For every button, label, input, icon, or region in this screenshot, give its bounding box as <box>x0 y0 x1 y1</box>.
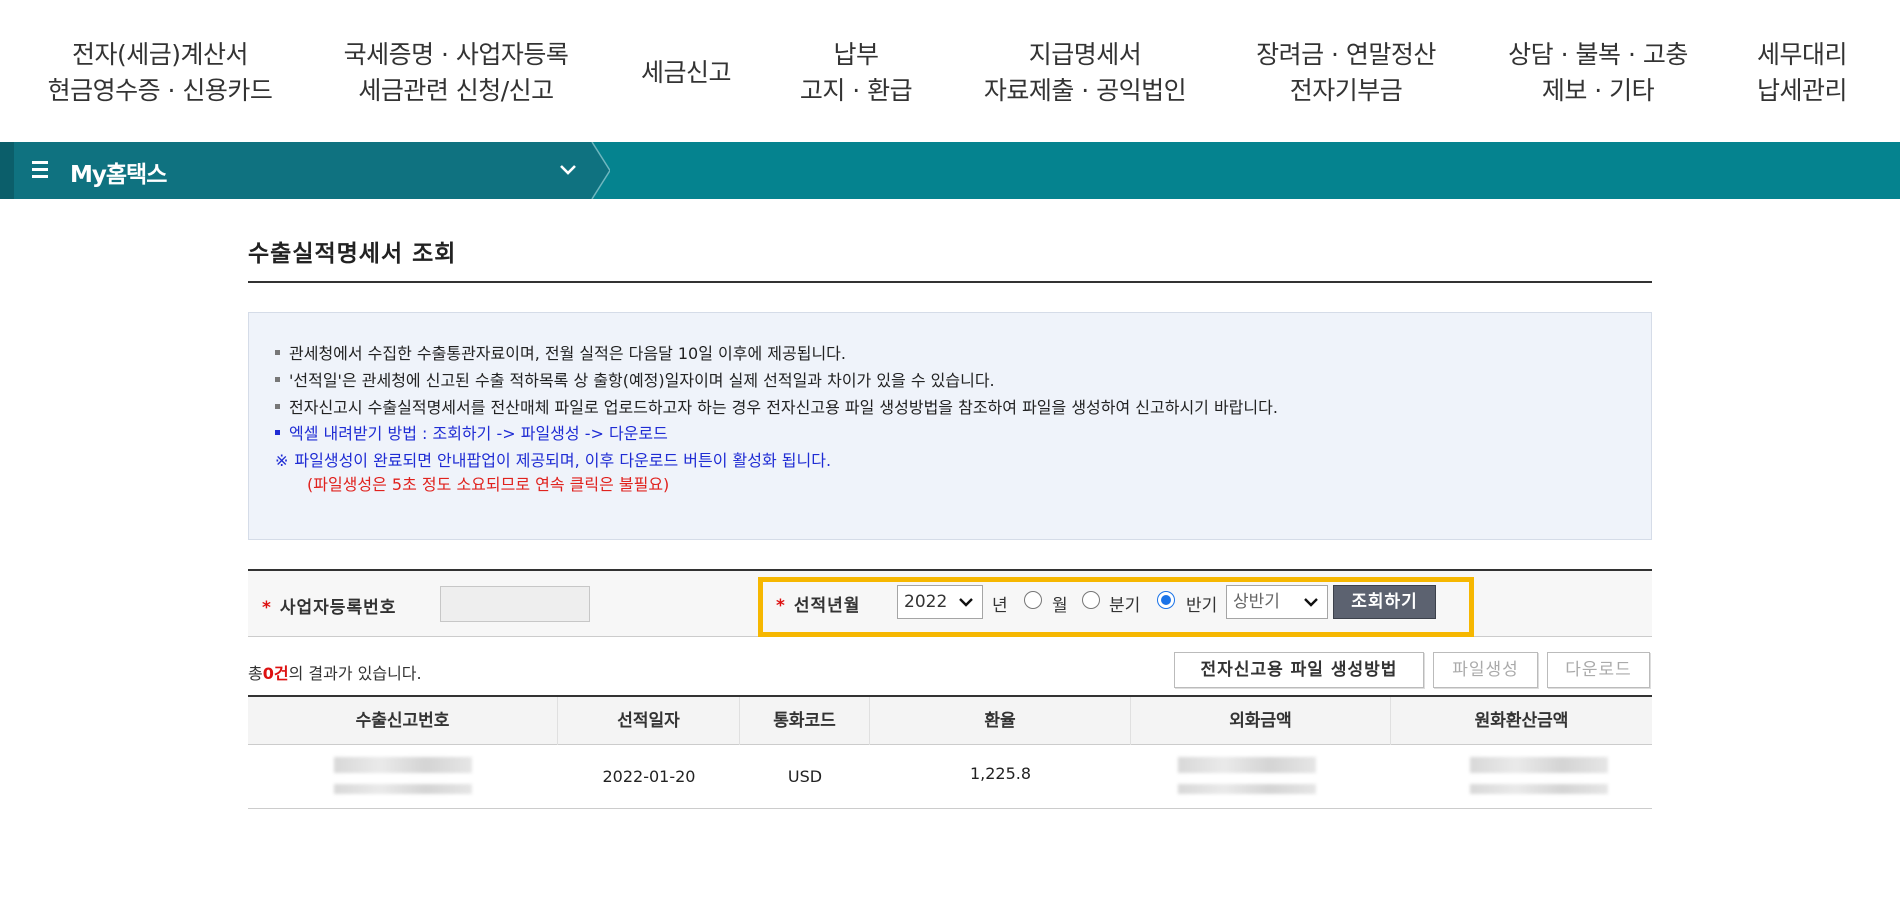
nav-label-line2: 자료제출 · 공익법인 <box>983 76 1187 105</box>
my-hometax-menu[interactable]: My홈택스 <box>0 142 592 199</box>
column-header: 선적일자 <box>558 697 740 745</box>
redacted-foreign-amount <box>1178 784 1316 794</box>
top-navigation: 전자(세금)계산서 현금영수증 · 신용카드 국세증명 · 사업자등록 세금관련… <box>0 0 1900 142</box>
required-mark: * <box>262 598 272 618</box>
bullet-icon <box>275 377 280 382</box>
table-header: 수출신고번호 선적일자 통화코드 환율 외화금액 원화환산금액 <box>248 697 1652 745</box>
notice-warning: (파일생성은 5초 정도 소요되므로 연속 클릭은 불필요) <box>307 475 670 494</box>
redacted-export-number <box>334 757 472 773</box>
bullet-icon <box>275 430 280 435</box>
column-header: 외화금액 <box>1131 697 1391 745</box>
highlight-box <box>758 577 1474 637</box>
nav-payment[interactable]: 납부 고지 · 환급 <box>790 37 922 109</box>
file-create-button[interactable]: 파일생성 <box>1433 652 1538 688</box>
table-row: 2022-01-20 USD 1,225.8 <box>248 745 1652 809</box>
exchange-rate-cell: 1,225.8 <box>969 764 1032 783</box>
page-title: 수출실적명세서 조회 <box>248 241 457 267</box>
result-suffix: 의 결과가 있습니다. <box>288 664 422 683</box>
bullet-icon <box>275 404 280 409</box>
nav-label-line1: 장려금 · 연말정산 <box>1256 40 1436 69</box>
nav-tax-filing[interactable]: 세금신고 <box>636 55 736 91</box>
notice-text: 관세청에서 수집한 수출통관자료이며, 전월 실적은 다음달 10일 이후에 제… <box>289 344 846 363</box>
nav-label-line2: 전자기부금 <box>1289 76 1403 105</box>
nav-label-line2: 납세관리 <box>1756 76 1848 105</box>
biz-number-label-text: 사업자등록번호 <box>279 598 397 618</box>
column-header: 환율 <box>870 697 1131 745</box>
nav-label-line2: 세금관련 신청/신고 <box>358 76 554 105</box>
biz-number-label: * 사업자등록번호 <box>262 593 396 618</box>
nav-label-line1: 세무대리 <box>1756 40 1848 69</box>
column-header: 원화환산금액 <box>1474 711 1569 731</box>
result-count: 총0건의 결과가 있습니다. <box>248 660 422 684</box>
my-hometax-bar: My홈택스 <box>0 142 1900 199</box>
redacted-krw-amount <box>1470 784 1608 794</box>
redacted-krw-amount <box>1470 757 1608 773</box>
nav-label-line2: 고지 · 환급 <box>799 76 913 105</box>
nav-label-line1: 국세증명 · 사업자등록 <box>343 40 569 69</box>
notice-item: 관세청에서 수집한 수출통관자료이며, 전월 실적은 다음달 10일 이후에 제… <box>275 340 846 364</box>
column-header: 통화코드 <box>740 697 870 745</box>
redacted-export-number <box>334 784 472 794</box>
ship-date-cell: 2022-01-20 <box>602 767 696 786</box>
breadcrumb-arrow-icon <box>586 142 610 199</box>
my-hometax-title: My홈택스 <box>70 162 167 188</box>
note-mark-icon: ※ <box>275 451 289 470</box>
nav-label-line1: 지급명세서 <box>1028 40 1142 69</box>
nav-label-line1: 납부 <box>833 40 879 69</box>
nav-e-tax-invoice[interactable]: 전자(세금)계산서 현금영수증 · 신용카드 <box>44 37 276 109</box>
nav-label-line2: 제보 · 기타 <box>1541 76 1655 105</box>
notice-box: 관세청에서 수집한 수출통관자료이며, 전월 실적은 다음달 10일 이후에 제… <box>248 312 1652 540</box>
redacted-foreign-amount <box>1178 757 1316 773</box>
notice-item: 전자신고시 수출실적명세서를 전산매체 파일로 업로드하고자 하는 경우 전자신… <box>275 394 1278 418</box>
notice-text: 전자신고시 수출실적명세서를 전산매체 파일로 업로드하고자 하는 경우 전자신… <box>289 398 1278 417</box>
nav-label-line1: 상담 · 불복 · 고충 <box>1508 40 1688 69</box>
notice-text: 파일생성이 완료되면 안내팝업이 제공되며, 이후 다운로드 버튼이 활성화 됩… <box>294 451 832 470</box>
title-divider <box>248 281 1652 283</box>
result-number: 0건 <box>262 664 289 683</box>
nav-consultation[interactable]: 상담 · 불복 · 고충 제보 · 기타 <box>1502 37 1694 109</box>
notice-item-excel: 엑셀 내려받기 방법 : 조회하기 -> 파일생성 -> 다운로드 <box>275 420 668 444</box>
biz-number-input[interactable] <box>440 586 590 622</box>
nav-label-line1: 세금신고 <box>640 58 732 87</box>
notice-item: '선적일'은 관세청에 신고된 수출 적하목록 상 출항(예정)일자이며 실제 … <box>275 367 995 391</box>
nav-payment-statement[interactable]: 지급명세서 자료제출 · 공익법인 <box>978 37 1192 109</box>
notice-text: '선적일'은 관세청에 신고된 수출 적하목록 상 출항(예정)일자이며 실제 … <box>289 371 995 390</box>
currency-cell: USD <box>787 767 823 786</box>
file-method-button[interactable]: 전자신고용 파일 생성방법 <box>1174 652 1424 688</box>
nav-certificates[interactable]: 국세증명 · 사업자등록 세금관련 신청/신고 <box>338 37 574 109</box>
nav-label-line2: 현금영수증 · 신용카드 <box>47 76 273 105</box>
nav-tax-agent[interactable]: 세무대리 납세관리 <box>1752 37 1852 109</box>
column-header: 수출신고번호 <box>248 697 558 745</box>
nav-incentive[interactable]: 장려금 · 연말정산 전자기부금 <box>1250 37 1442 109</box>
nav-label-line1: 전자(세금)계산서 <box>71 40 249 69</box>
result-prefix: 총 <box>248 664 263 683</box>
bullet-icon <box>275 350 280 355</box>
hamburger-icon[interactable] <box>32 161 48 181</box>
download-button[interactable]: 다운로드 <box>1547 652 1650 688</box>
chevron-down-icon[interactable] <box>559 162 577 178</box>
notice-item-file: ※ 파일생성이 완료되면 안내팝업이 제공되며, 이후 다운로드 버튼이 활성화 … <box>275 447 831 471</box>
menu-edge <box>0 142 14 199</box>
notice-text: 엑셀 내려받기 방법 : 조회하기 -> 파일생성 -> 다운로드 <box>289 424 668 443</box>
